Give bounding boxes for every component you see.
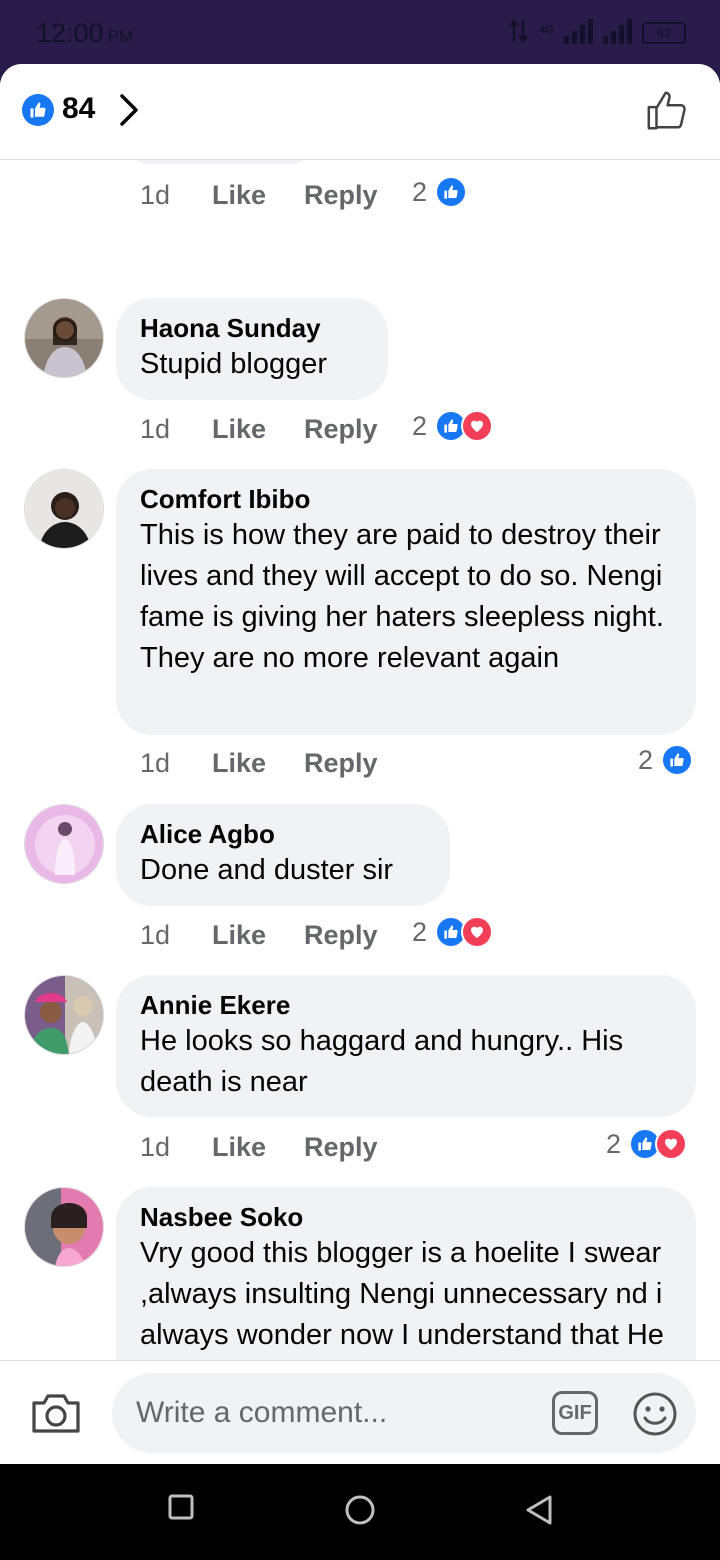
comment-meta: 1d Like Reply 2: [0, 176, 720, 216]
comment-meta: 1d Like Reply 2: [0, 916, 720, 956]
avatar[interactable]: [24, 804, 104, 884]
android-nav-bar: [0, 1464, 720, 1560]
like-reaction-icon: [435, 176, 468, 208]
love-reaction-icon: [655, 1128, 688, 1160]
comment-meta: 1d Like Reply 2: [0, 744, 720, 784]
comment-author[interactable]: Comfort Ibibo: [140, 483, 672, 515]
recent-apps-icon[interactable]: [168, 1494, 194, 1520]
battery-icon: 63: [642, 22, 686, 44]
comments-sheet: 84 1d Like Reply 2 Haona Sunday Stupid b…: [0, 64, 720, 1464]
comment-bubble[interactable]: Haona Sunday Stupid blogger: [116, 298, 388, 400]
comment-text: He looks so haggard and hungry.. His dea…: [140, 1025, 624, 1098]
back-icon[interactable]: [524, 1494, 554, 1526]
reply-button[interactable]: Reply: [304, 180, 378, 211]
comment-text: Done and duster sir: [140, 854, 394, 886]
comment-input[interactable]: [136, 1387, 536, 1439]
reply-button[interactable]: Reply: [304, 748, 378, 779]
comment-author[interactable]: Nasbee Soko: [140, 1201, 672, 1233]
comment-text: Stupid blogger: [140, 348, 328, 380]
comment-reactions[interactable]: 2: [412, 176, 468, 208]
comment-reactions[interactable]: 2: [412, 916, 494, 948]
comment-meta: 1d Like Reply 2: [0, 1128, 720, 1168]
reactions-header: 84: [0, 64, 720, 160]
gif-button[interactable]: GIF: [552, 1391, 598, 1435]
reply-button[interactable]: Reply: [304, 1132, 378, 1163]
reaction-count: 2: [412, 410, 428, 441]
like-button[interactable]: Like: [212, 1132, 266, 1163]
love-reaction-icon: [461, 410, 494, 442]
status-bar: 12:00 PM 4G 63: [0, 0, 720, 64]
comment-text: This is how they are paid to destroy the…: [140, 519, 664, 674]
status-ampm: PM: [107, 27, 134, 46]
camera-icon[interactable]: [30, 1391, 82, 1435]
signal-2-icon: [603, 18, 632, 44]
comment-author[interactable]: Alice Agbo: [140, 818, 426, 850]
reaction-count: 2: [638, 744, 654, 775]
like-button[interactable]: Like: [212, 414, 266, 445]
comment-bubble[interactable]: Alice Agbo Done and duster sir: [116, 804, 450, 906]
comment-time: 1d: [140, 180, 171, 210]
status-clock: 12:00: [36, 18, 104, 48]
comment-composer: GIF: [0, 1360, 720, 1464]
comment-author[interactable]: Haona Sunday: [140, 312, 364, 344]
comment-time: 1d: [140, 414, 171, 444]
like-reaction-icon: [661, 744, 694, 776]
avatar[interactable]: [24, 1187, 104, 1267]
comment-meta: 1d Like Reply 2: [0, 410, 720, 450]
comment-thread[interactable]: 1d Like Reply 2 Haona Sunday Stupid blog…: [0, 160, 720, 1360]
comment-reactions[interactable]: 2: [638, 744, 694, 776]
status-icons: 4G 63: [509, 18, 686, 44]
like-button[interactable]: Like: [212, 920, 266, 951]
reply-button[interactable]: Reply: [304, 414, 378, 445]
comment-reactions[interactable]: 2: [606, 1128, 688, 1160]
comment-reactions[interactable]: 2: [412, 410, 494, 442]
network-type: 4G: [539, 24, 554, 36]
reply-button[interactable]: Reply: [304, 920, 378, 951]
signal-icon: [564, 18, 593, 44]
like-button[interactable]: Like: [212, 180, 266, 211]
avatar[interactable]: [24, 298, 104, 378]
reaction-count: 2: [606, 1128, 622, 1159]
comment-time: 1d: [140, 1132, 171, 1162]
reaction-count[interactable]: 84: [62, 92, 95, 126]
thumbs-up-outline-icon[interactable]: [644, 88, 690, 134]
like-reaction-icon: [22, 94, 54, 126]
avatar[interactable]: [24, 975, 104, 1055]
chevron-right-icon[interactable]: [118, 92, 140, 128]
comment-author[interactable]: Annie Ekere: [140, 989, 672, 1021]
comment-time: 1d: [140, 920, 171, 950]
data-arrows-icon: [509, 18, 529, 44]
comment-time: 1d: [140, 748, 171, 778]
reaction-count: 2: [412, 916, 428, 947]
comment-bubble[interactable]: Comfort Ibibo This is how they are paid …: [116, 469, 696, 735]
love-reaction-icon: [461, 916, 494, 948]
like-button[interactable]: Like: [212, 748, 266, 779]
comment-input-wrapper: GIF: [112, 1373, 696, 1453]
status-time: 12:00 PM: [36, 18, 133, 49]
previous-comment-bubble: [130, 160, 310, 164]
avatar[interactable]: [24, 469, 104, 549]
comment-text: Vry good this blogger is a hoelite I swe…: [140, 1237, 664, 1351]
emoji-icon[interactable]: [632, 1391, 678, 1437]
reaction-count: 2: [412, 176, 428, 207]
home-icon[interactable]: [344, 1494, 376, 1526]
comment-bubble[interactable]: Nasbee Soko Vry good this blogger is a h…: [116, 1187, 696, 1360]
comment-bubble[interactable]: Annie Ekere He looks so haggard and hung…: [116, 975, 696, 1117]
